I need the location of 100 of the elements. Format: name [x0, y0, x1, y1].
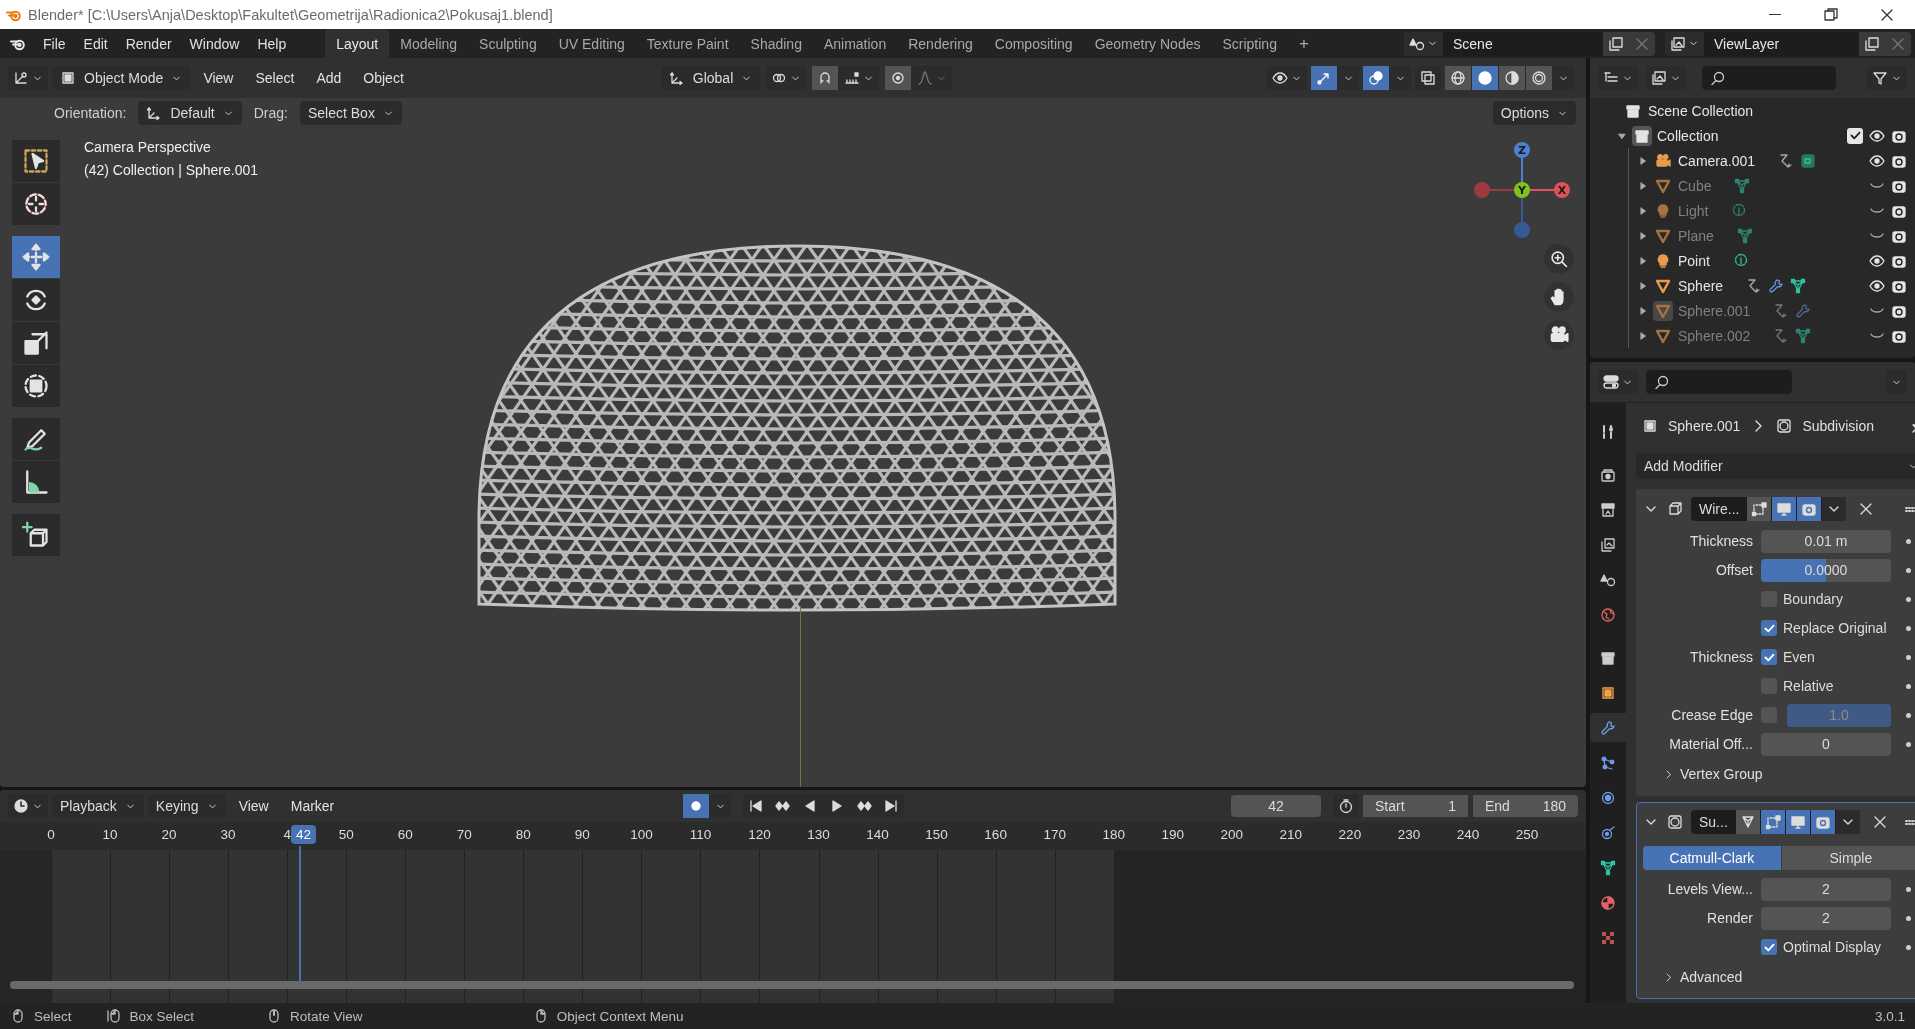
- segmented-option[interactable]: Catmull-Clark: [1643, 846, 1781, 870]
- workspace-tab[interactable]: Sculpting: [468, 29, 548, 58]
- menu-item[interactable]: Marker: [281, 794, 344, 818]
- scene-name-field[interactable]: Scene: [1443, 31, 1603, 56]
- modifier-context-name: Subdivision: [1802, 418, 1874, 434]
- subpanel-header[interactable]: Vertex Group: [1643, 761, 1915, 787]
- workspace-tab[interactable]: Modeling: [389, 29, 469, 58]
- workspace-tab[interactable]: Shading: [739, 29, 813, 58]
- menu-item[interactable]: Edit: [74, 31, 117, 56]
- number-field[interactable]: 2: [1761, 906, 1891, 930]
- menu-item[interactable]: Window: [180, 31, 249, 56]
- status-hint: Box Select: [129, 1008, 195, 1024]
- outliner-item[interactable]: Plane: [1678, 227, 1714, 244]
- current-frame-marker[interactable]: 42: [290, 825, 316, 844]
- menu-dropdown[interactable]: Keying: [147, 794, 226, 818]
- workspace-tab[interactable]: UV Editing: [547, 29, 636, 58]
- frame-number: 210: [1279, 827, 1303, 842]
- orientation-label: Orientation:: [54, 105, 127, 121]
- frame-number: 150: [925, 827, 948, 842]
- number-field[interactable]: 0.01 m: [1761, 529, 1891, 553]
- workspace-tab[interactable]: Layout: [325, 29, 390, 58]
- checkbox[interactable]: Relative: [1761, 678, 1891, 694]
- property-label: Crease Edge: [1671, 707, 1753, 723]
- menu-item[interactable]: View: [194, 66, 243, 90]
- frame-number: 80: [515, 827, 531, 842]
- slider-field[interactable]: 0.0000: [1761, 558, 1891, 582]
- menu-item[interactable]: View: [229, 794, 278, 818]
- outliner-item[interactable]: Point: [1678, 252, 1710, 269]
- property-label: Thickness: [1689, 649, 1753, 665]
- workspace-tab[interactable]: Scripting: [1211, 29, 1288, 58]
- current-frame-field[interactable]: 42: [1231, 795, 1321, 817]
- object-name: Sphere.001: [1668, 418, 1741, 434]
- navigation-gizmo[interactable]: Z Y X: [1472, 140, 1572, 240]
- workspace-tab[interactable]: Animation: [812, 29, 898, 58]
- outliner-item[interactable]: Sphere.002: [1678, 327, 1751, 344]
- outliner-item[interactable]: Camera.001: [1678, 152, 1756, 169]
- frame-number: 110: [689, 827, 712, 842]
- status-hint: Select: [34, 1008, 72, 1024]
- start-frame-field[interactable]: Start 1: [1363, 795, 1468, 817]
- menu-dropdown[interactable]: Playback: [52, 794, 144, 818]
- mode-dropdown[interactable]: Object Mode: [52, 66, 191, 90]
- end-frame-field[interactable]: End 180: [1473, 795, 1578, 817]
- property-label: Thickness: [1689, 533, 1753, 549]
- workspace-tab[interactable]: Rendering: [897, 29, 984, 58]
- options-dropdown[interactable]: Options: [1492, 101, 1576, 125]
- frame-number: 0: [47, 827, 55, 842]
- checkbox[interactable]: Even: [1761, 649, 1891, 665]
- viewport-info-text: (42) Collection | Sphere.001: [84, 161, 259, 180]
- orientation-dropdown[interactable]: Default: [138, 101, 242, 125]
- frame-number: 180: [1102, 827, 1125, 842]
- checkbox[interactable]: Optimal Display: [1761, 939, 1891, 955]
- frame-number: 20: [161, 827, 177, 842]
- checkbox[interactable]: Replace Original: [1761, 620, 1891, 636]
- number-field[interactable]: 2: [1761, 877, 1891, 901]
- property-label: Material Off...: [1669, 736, 1753, 752]
- frame-number: 4: [283, 827, 291, 842]
- frame-number: 120: [748, 827, 771, 842]
- frame-number: 50: [338, 827, 354, 842]
- menu-item[interactable]: Help: [248, 31, 296, 56]
- outliner-item[interactable]: Scene Collection: [1648, 102, 1754, 119]
- frame-number: 30: [220, 827, 236, 842]
- outliner-item[interactable]: Sphere.001: [1678, 302, 1751, 319]
- view-layer-name-field[interactable]: ViewLayer: [1704, 31, 1859, 56]
- frame-number: 190: [1161, 827, 1184, 842]
- workspace-tab[interactable]: Geometry Nodes: [1083, 29, 1212, 58]
- drag-label: Drag:: [253, 105, 288, 121]
- outliner-item[interactable]: Collection: [1657, 127, 1719, 144]
- frame-number: 140: [866, 827, 889, 842]
- frame-number: 200: [1220, 827, 1244, 842]
- workspace-tab[interactable]: Compositing: [983, 29, 1084, 58]
- frame-number: 90: [574, 827, 590, 842]
- frame-number: 170: [1043, 827, 1066, 842]
- segmented-option[interactable]: Simple: [1781, 846, 1915, 870]
- orientation-dropdown[interactable]: Global: [660, 66, 761, 90]
- number-field[interactable]: 0: [1761, 732, 1891, 756]
- menu-item[interactable]: Object: [354, 66, 413, 90]
- frame-number: 10: [102, 827, 118, 842]
- window-title: Blender* [C:\Users\Anja\Desktop\Fakultet\Geometrija\Radionica2\Pokusaj1.blend]: [28, 6, 553, 23]
- frame-number: 240: [1456, 827, 1480, 842]
- workspace-tab[interactable]: Texture Paint: [635, 29, 740, 58]
- menu-item[interactable]: Select: [246, 66, 304, 90]
- add-modifier-dropdown[interactable]: Add Modifier: [1636, 453, 1915, 479]
- menu-item[interactable]: Render: [116, 31, 181, 56]
- status-hint: Rotate View: [290, 1008, 363, 1024]
- modifier-name-field[interactable]: Su...: [1691, 810, 1736, 834]
- checkbox[interactable]: Boundary: [1761, 591, 1891, 607]
- frame-number: 160: [984, 827, 1007, 842]
- frame-number: 220: [1338, 827, 1362, 842]
- modifier-name-field[interactable]: Wire...: [1691, 497, 1748, 521]
- frame-number: 250: [1515, 827, 1539, 842]
- drag-dropdown[interactable]: Select Box: [299, 101, 402, 125]
- outliner-item[interactable]: Sphere: [1678, 277, 1724, 294]
- menu-item[interactable]: Add: [307, 66, 351, 90]
- subpanel-header[interactable]: Advanced: [1643, 964, 1915, 990]
- menu-item[interactable]: File: [34, 31, 75, 56]
- property-label: Levels View...: [1667, 881, 1753, 897]
- property-label: Offset: [1715, 562, 1753, 578]
- outliner-item[interactable]: Cube: [1678, 177, 1712, 194]
- outliner-item[interactable]: Light: [1678, 202, 1709, 219]
- add-workspace-button[interactable]: +: [1287, 29, 1320, 58]
